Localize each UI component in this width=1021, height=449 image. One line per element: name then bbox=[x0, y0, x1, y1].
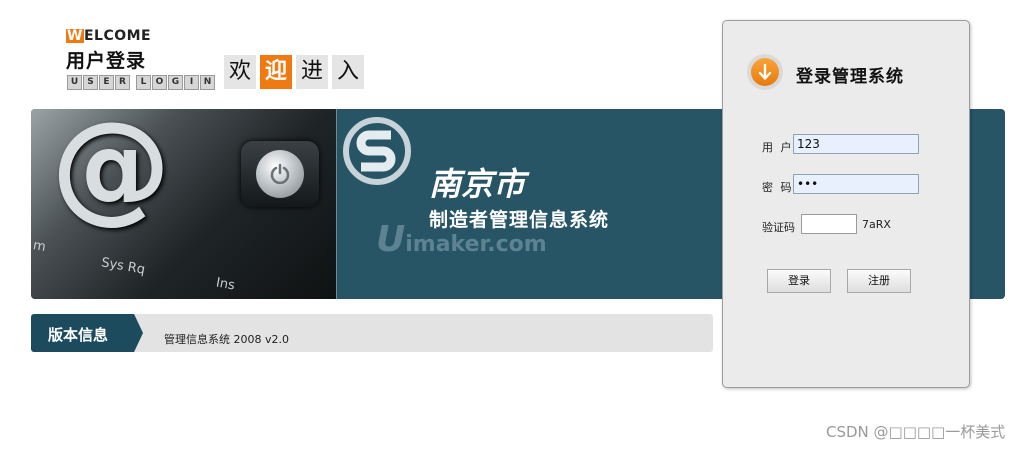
company-logo-icon bbox=[343, 117, 411, 185]
letter-box: S bbox=[83, 75, 98, 90]
welcome-word: WELCOME bbox=[66, 28, 151, 44]
site-watermark-rest: imaker.com bbox=[405, 232, 547, 257]
at-sign-icon: @ bbox=[51, 109, 171, 236]
site-watermark-u: U bbox=[376, 219, 406, 260]
letter-box: R bbox=[115, 75, 130, 90]
password-label: 密 码 bbox=[762, 181, 794, 194]
user-login-english: U S E R L O G I N bbox=[67, 75, 215, 90]
letter-box: O bbox=[152, 75, 167, 90]
letter-box: L bbox=[136, 75, 151, 90]
captcha-code[interactable]: 7aRX bbox=[862, 218, 891, 231]
enter-char: 欢 bbox=[224, 55, 256, 89]
key-label-ins: Ins bbox=[214, 275, 237, 294]
welcome-rest: ELCOME bbox=[83, 28, 152, 44]
version-text: 管理信息系统 2008 v2.0 bbox=[164, 333, 289, 346]
password-input[interactable] bbox=[793, 174, 919, 194]
welcome-header: WELCOME 用户登录 U S E R L O G I N bbox=[66, 28, 216, 92]
letter-box: G bbox=[168, 75, 183, 90]
enter-char: 入 bbox=[332, 55, 364, 89]
keyboard-photo: @ m Sys Rq Ins bbox=[31, 109, 337, 299]
version-info-bar: 版本信息 管理信息系统 2008 v2.0 bbox=[31, 314, 713, 352]
captcha-input[interactable] bbox=[801, 214, 857, 234]
register-button[interactable]: 注册 bbox=[847, 269, 911, 293]
letter-box: E bbox=[99, 75, 114, 90]
version-info-label: 版本信息 bbox=[48, 326, 109, 344]
enter-char: 进 bbox=[296, 55, 328, 89]
csdn-watermark: CSDN @□□□□一杯美式 bbox=[826, 423, 1006, 441]
welcome-enter-banner: 欢 迎 进 入 bbox=[224, 55, 364, 89]
username-input[interactable] bbox=[793, 134, 919, 154]
power-button-key bbox=[241, 141, 319, 207]
letter-box: N bbox=[200, 75, 215, 90]
key-label-sysrq: Sys Rq bbox=[100, 255, 147, 278]
login-panel-title: 登录管理系统 bbox=[796, 67, 904, 87]
login-page: WELCOME 用户登录 U S E R L O G I N 欢 迎 进 入 @ bbox=[0, 0, 1021, 449]
site-watermark: Uimaker.com bbox=[376, 219, 547, 260]
download-arrow-icon bbox=[747, 54, 783, 90]
user-login-title: 用户登录 bbox=[66, 50, 147, 72]
welcome-first-letter: W bbox=[66, 28, 84, 44]
letter-box: I bbox=[184, 75, 199, 90]
captcha-label: 验证码 bbox=[762, 221, 795, 234]
power-icon bbox=[256, 150, 304, 198]
login-panel: 登录管理系统 用 户 密 码 验证码 7aRX 登录 注册 bbox=[722, 20, 970, 388]
letter-gap bbox=[131, 75, 135, 88]
login-button[interactable]: 登录 bbox=[767, 269, 831, 293]
username-label: 用 户 bbox=[762, 141, 794, 154]
letter-box: U bbox=[67, 75, 82, 90]
enter-char-highlight: 迎 bbox=[260, 55, 292, 89]
key-label: m bbox=[31, 238, 47, 255]
city-title: 南京市 bbox=[429, 165, 526, 203]
